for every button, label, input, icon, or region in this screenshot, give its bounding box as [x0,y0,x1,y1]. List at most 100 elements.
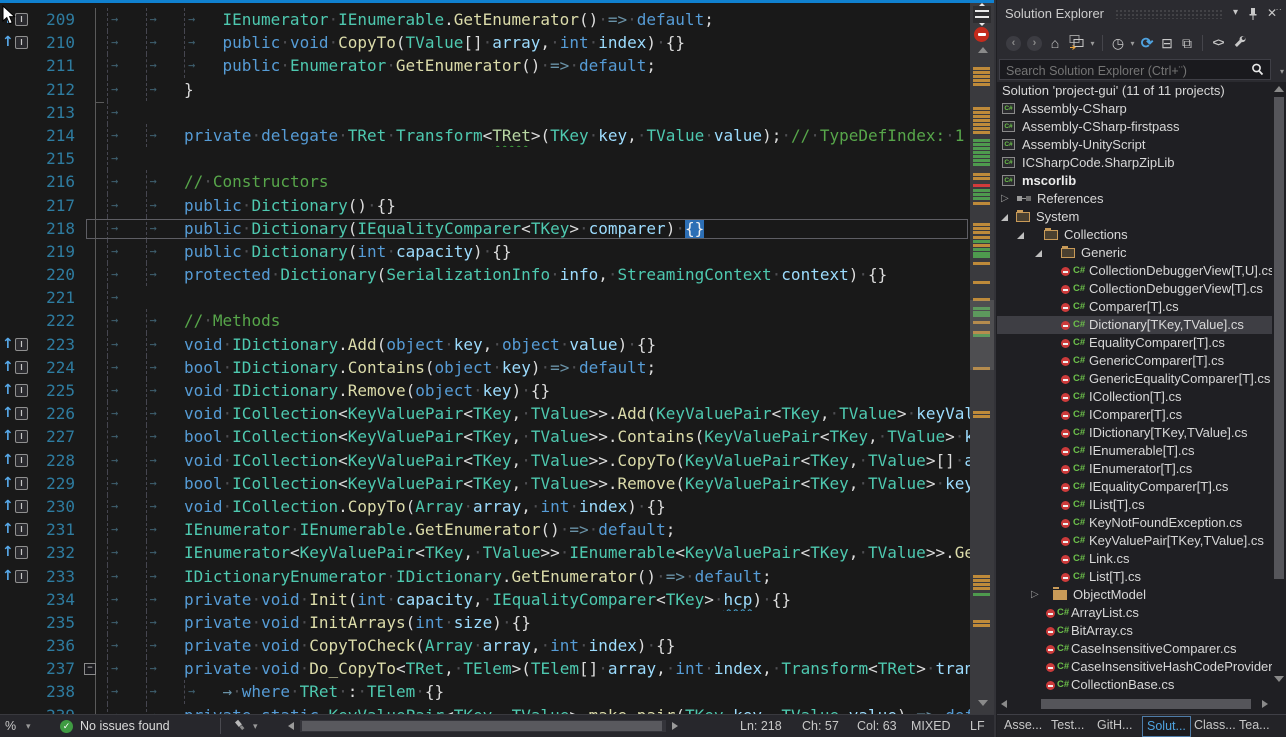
glyph-margin[interactable]: ↑I [0,31,30,54]
tree-item-generic[interactable]: Generic [997,244,1272,262]
tree-scroll-right-arrow[interactable] [1262,700,1268,708]
expander-expanded-icon[interactable] [1001,214,1008,221]
code-line[interactable]: 213→ [0,101,970,124]
code-line[interactable]: ↑I231→→IEnumerator·IEnumerable.GetEnumer… [0,518,970,541]
glyph-margin[interactable] [0,634,30,657]
tree-item-collectiondebuggerview-t-u-cs[interactable]: C#CollectionDebuggerView[T,U].cs [997,262,1272,280]
tree-scroll-up-arrow[interactable] [1274,86,1284,92]
code-line[interactable]: 222→→//·Methods [0,309,970,332]
tree-hscroll-thumb[interactable] [1041,699,1251,709]
glyph-margin[interactable] [0,286,30,309]
code-line[interactable]: 239→→private·static·KeyValuePair<TKey,·T… [0,704,970,714]
tree-horizontal-scrollbar[interactable] [997,697,1272,711]
tree-item-caseinsensitivecomparer-cs[interactable]: C#CaseInsensitiveComparer.cs [997,640,1272,658]
implements-arrow-icon[interactable]: ↑ [2,495,14,517]
code-line[interactable]: 217→→public·Dictionary()·{} [0,194,970,217]
panel-tab-solut[interactable]: Solut... [1142,716,1191,737]
code-line[interactable]: 214→→private·delegate·TRet·Transform<TRe… [0,124,970,147]
implements-arrow-icon[interactable]: ↑ [2,449,14,471]
search-options-caret-icon[interactable]: ▾ [1280,67,1284,76]
interface-badge-icon[interactable]: I [15,477,28,490]
interface-badge-icon[interactable]: I [15,546,28,559]
glyph-margin[interactable] [0,101,30,124]
code-line[interactable]: 221→ [0,286,970,309]
search-icon[interactable] [1251,63,1264,81]
implements-arrow-icon[interactable]: ↑ [2,541,14,563]
expander-collapsed-icon[interactable]: ▷ [1001,190,1009,208]
tree-item-comparer-t-cs[interactable]: C#Comparer[T].cs [997,298,1272,316]
tree-item-assembly-csharp-firstpass[interactable]: C#Assembly-CSharp-firstpass [997,118,1272,136]
pending-changes-caret[interactable]: ▾ [1129,39,1136,48]
status-column[interactable]: Col: 63 [857,715,897,737]
interface-badge-icon[interactable]: I [15,430,28,443]
glyph-margin[interactable] [0,124,30,147]
code-line[interactable]: 212→→} [0,78,970,101]
zoom-percent-control[interactable]: % [5,715,16,737]
glyph-margin[interactable]: ↑I [0,541,30,564]
hscroll-right-arrow[interactable] [672,722,678,730]
editor-vertical-scrollbar[interactable] [970,3,994,714]
tree-item-objectmodel[interactable]: ▷ObjectModel [997,586,1272,604]
code-line[interactable]: ↑I224→→bool·IDictionary.Contains(object·… [0,356,970,379]
glyph-margin[interactable]: ↑I [0,425,30,448]
tree-item-equalitycomparer-t-cs[interactable]: C#EqualityComparer[T].cs [997,334,1272,352]
implements-arrow-icon[interactable]: ↑ [2,402,14,424]
code-line[interactable]: ↑I209→→→IEnumerator·IEnumerable.GetEnume… [0,8,970,31]
brush-caret-icon[interactable]: ▾ [253,715,258,737]
code-line[interactable]: ↑I233→→IDictionaryEnumerator·IDictionary… [0,565,970,588]
search-input[interactable] [1004,61,1238,80]
glyph-margin[interactable]: ↑I [0,379,30,402]
tree-item-dictionary-tkey-tvalue-cs[interactable]: C#Dictionary[TKey,TValue].cs [997,316,1272,334]
tree-item-collectiondebuggerview-t-cs[interactable]: C#CollectionDebuggerView[T].cs [997,280,1272,298]
expander-collapsed-icon[interactable]: ▷ [1031,586,1039,604]
tree-item-keynotfoundexception-cs[interactable]: C#KeyNotFoundException.cs [997,514,1272,532]
expander-expanded-icon[interactable] [1035,250,1042,257]
interface-badge-icon[interactable]: I [15,454,28,467]
tree-item-idictionary-tkey-tvalue-cs[interactable]: C#IDictionary[TKey,TValue].cs [997,424,1272,442]
glyph-margin[interactable] [0,147,30,170]
glyph-margin[interactable] [0,704,30,714]
tree-item-collectionbase-cs[interactable]: C#CollectionBase.cs [997,676,1272,694]
tree-item-iequalitycomparer-t-cs[interactable]: C#IEqualityComparer[T].cs [997,478,1272,496]
switch-views-icon[interactable] [1068,34,1085,53]
status-line-number[interactable]: Ln: 218 [740,715,782,737]
view-code-icon[interactable]: <> [1211,37,1225,49]
glyph-margin[interactable]: ↑I [0,518,30,541]
interface-badge-icon[interactable]: I [15,361,28,374]
glyph-margin[interactable] [0,263,30,286]
tree-item-bitarray-cs[interactable]: C#BitArray.cs [997,622,1272,640]
interface-badge-icon[interactable]: I [15,523,28,536]
expander-expanded-icon[interactable] [1017,232,1024,239]
glyph-margin[interactable] [0,78,30,101]
window-position-chevron-icon[interactable]: ▾ [1233,0,1238,26]
glyph-margin[interactable] [0,240,30,263]
code-line[interactable]: 219→→public·Dictionary(int·capacity)·{} [0,240,970,263]
no-issues-label[interactable]: No issues found [80,715,170,737]
tree-item-ienumerable-t-cs[interactable]: C#IEnumerable[T].cs [997,442,1272,460]
glyph-margin[interactable] [0,217,30,240]
interface-badge-icon[interactable]: I [15,36,28,49]
code-line[interactable]: 238→→→→·where·TRet·:·TElem·{} [0,680,970,703]
code-line[interactable]: ↑I210→→→public·void·CopyTo(TValue[]·arra… [0,31,970,54]
tree-item-icsharpcode-sharpziplib[interactable]: C#ICSharpCode.SharpZipLib [997,154,1272,172]
tree-vscroll-thumb[interactable] [1274,97,1284,579]
implements-arrow-icon[interactable]: ↑ [2,518,14,540]
tree-item-keyvaluepair-tkey-tvalue-cs[interactable]: C#KeyValuePair[TKey,TValue].cs [997,532,1272,550]
code-line[interactable]: 215→ [0,147,970,170]
interface-badge-icon[interactable]: I [15,384,28,397]
panel-tab-test[interactable]: Test... [1051,715,1084,736]
tree-item-ienumerator-t-cs[interactable]: C#IEnumerator[T].cs [997,460,1272,478]
code-viewport[interactable]: ↑I209→→→IEnumerator·IEnumerable.GetEnume… [0,3,970,714]
code-line[interactable]: ↑I223→→void·IDictionary.Add(object·key,·… [0,333,970,356]
interface-badge-icon[interactable]: I [15,407,28,420]
collapse-all-icon[interactable]: ⊟ [1160,35,1174,52]
code-line[interactable]: 235→→private·void·InitArrays(int·size)·{… [0,611,970,634]
back-icon[interactable]: ‹ [1006,36,1021,51]
code-line[interactable]: 216→→//·Constructors [0,170,970,193]
search-box[interactable]: ▾ [999,59,1271,80]
glyph-margin[interactable] [0,54,30,77]
tree-item-list-t-cs[interactable]: C#List[T].cs [997,568,1272,586]
glyph-margin[interactable] [0,309,30,332]
glyph-margin[interactable] [0,194,30,217]
sync-with-active-document-icon[interactable]: ⧉ [1180,35,1194,52]
